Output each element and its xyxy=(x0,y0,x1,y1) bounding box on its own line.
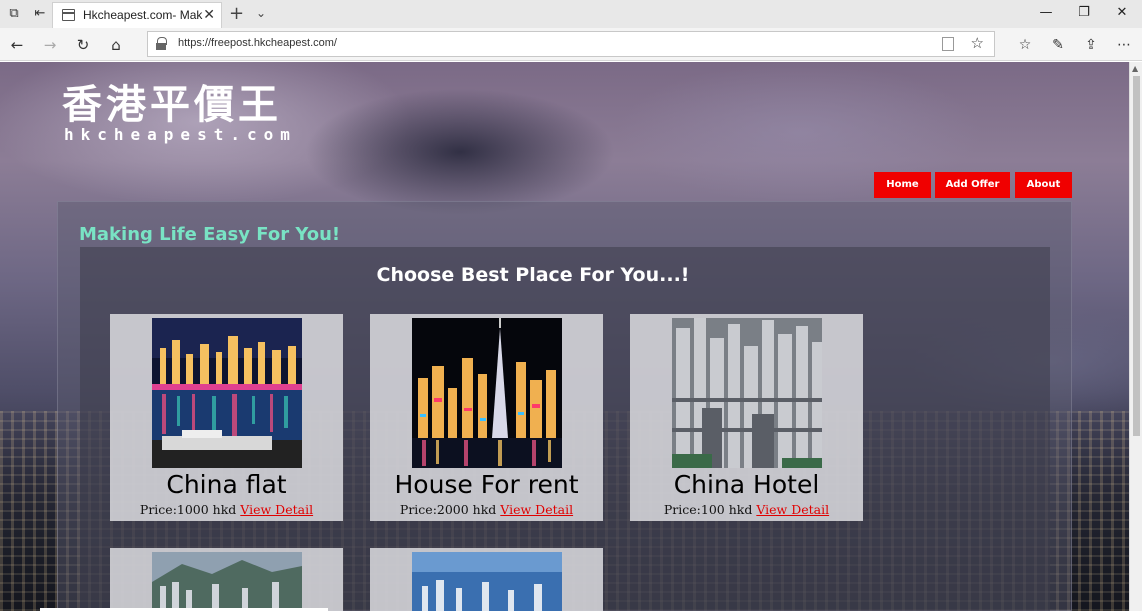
url-field[interactable]: https://freepost.hkcheapest.com/ ☆ xyxy=(147,31,995,57)
listing-card[interactable]: China flat Price:1000 hkd View Detail xyxy=(110,314,343,521)
tagline: Making Life Easy For You! xyxy=(79,224,341,245)
listing-price-text: Price:2000 hkd xyxy=(399,502,497,517)
favorites-list-icon[interactable]: ☆ xyxy=(1015,35,1035,55)
close-tab-icon[interactable]: ✕ xyxy=(203,7,215,23)
close-window-icon[interactable]: ✕ xyxy=(1112,5,1132,20)
active-tab[interactable]: Hkcheapest.com- Making Life Easy For You… xyxy=(52,2,222,28)
view-detail-link[interactable]: View Detail xyxy=(500,502,573,517)
site-logo-english[interactable]: hkcheapest.com xyxy=(64,125,297,144)
more-menu-icon[interactable]: ⋯ xyxy=(1114,35,1134,55)
listing-price: Price:1000 hkd View Detail xyxy=(110,502,343,517)
favorite-star-icon[interactable]: ☆ xyxy=(971,34,984,52)
minimize-icon[interactable]: — xyxy=(1036,5,1056,20)
share-icon[interactable]: ⇪ xyxy=(1081,35,1101,55)
tab-list-icon[interactable]: ⧉ xyxy=(6,6,22,22)
scroll-up-icon[interactable]: ▲ xyxy=(1132,64,1138,73)
listing-name: China flat xyxy=(166,470,287,499)
url-text: https://freepost.hkcheapest.com/ xyxy=(178,37,337,49)
listing-card[interactable] xyxy=(110,548,343,611)
listing-price: Price:2000 hkd View Detail xyxy=(370,502,603,517)
tab-title: Hkcheapest.com- Making Life Easy For You… xyxy=(83,8,203,22)
listing-price-text: Price:1000 hkd xyxy=(139,502,237,517)
section-heading: Choose Best Place For You...! xyxy=(376,264,690,286)
nav-about-button[interactable]: About xyxy=(1015,172,1072,198)
listing-price: Price:100 hkd View Detail xyxy=(630,502,863,517)
listing-price-text: Price:100 hkd xyxy=(663,502,753,517)
view-detail-link[interactable]: View Detail xyxy=(756,502,829,517)
listing-card[interactable] xyxy=(370,548,603,611)
listing-card[interactable]: China Hotel Price:100 hkd View Detail xyxy=(630,314,863,521)
lock-icon xyxy=(156,37,167,50)
refresh-icon[interactable]: ↻ xyxy=(73,35,93,55)
listing-photo-hills[interactable] xyxy=(152,552,302,611)
listing-card[interactable]: House For rent Price:2000 hkd View Detai… xyxy=(370,314,603,521)
new-tab-icon[interactable]: + xyxy=(229,3,244,24)
set-aside-tabs-icon[interactable]: ⇤ xyxy=(32,6,48,22)
restore-icon[interactable]: ❐ xyxy=(1074,5,1094,20)
listing-photo-bay[interactable] xyxy=(412,552,562,611)
scrollbar-thumb[interactable] xyxy=(1133,76,1140,436)
chevron-down-icon[interactable]: ⌄ xyxy=(256,6,266,20)
vertical-scrollbar[interactable]: ▲ xyxy=(1129,62,1142,611)
listing-name: House For rent xyxy=(394,470,579,499)
page-viewport: 香港平價王 hkcheapest.com Home Add Offer Abou… xyxy=(0,62,1142,611)
forward-icon[interactable]: → xyxy=(40,35,60,55)
listing-photo-towers[interactable] xyxy=(672,318,822,468)
nav-add-offer-button[interactable]: Add Offer xyxy=(935,172,1010,198)
home-icon[interactable]: ⌂ xyxy=(106,35,126,55)
listing-photo-skyline[interactable] xyxy=(412,318,562,468)
nav-home-button[interactable]: Home xyxy=(874,172,931,198)
reading-view-icon[interactable] xyxy=(942,37,954,51)
view-detail-link[interactable]: View Detail xyxy=(240,502,313,517)
back-icon[interactable]: ← xyxy=(7,35,27,55)
pen-icon[interactable]: ✎ xyxy=(1048,35,1068,55)
page-favicon-icon xyxy=(62,9,75,21)
listing-photo-harbour[interactable] xyxy=(152,318,302,468)
site-logo-chinese[interactable]: 香港平價王 xyxy=(62,82,282,128)
address-bar-row: ← → ↻ ⌂ https://freepost.hkcheapest.com/… xyxy=(0,28,1142,61)
browser-tab-bar: ⧉ ⇤ Hkcheapest.com- Making Life Easy For… xyxy=(0,0,1142,28)
listing-name: China Hotel xyxy=(673,470,820,499)
